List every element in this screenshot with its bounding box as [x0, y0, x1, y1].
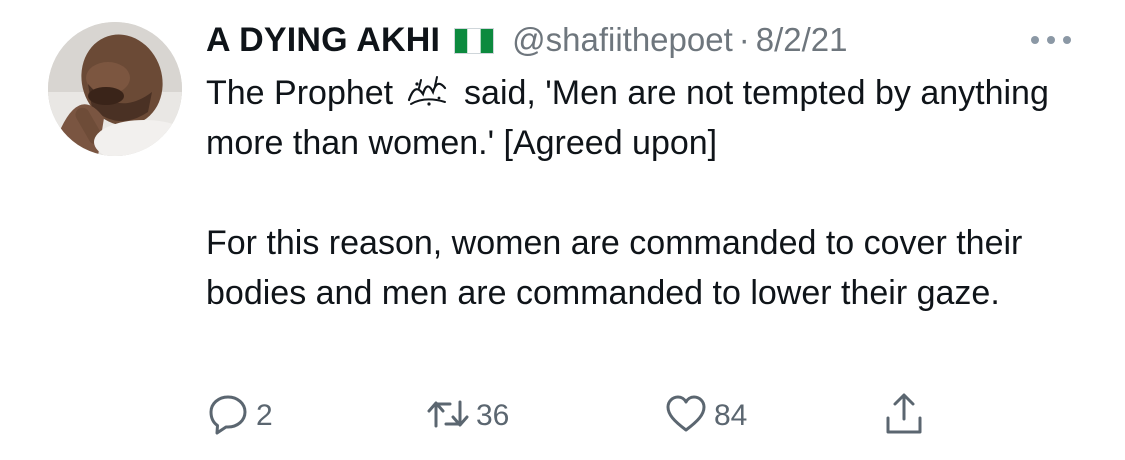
tweet-actions: 2 36 84 [206, 392, 966, 441]
tweet-text-prefix: The Prophet [206, 74, 394, 112]
tweet-text: The Prophet said, 'Men are not tempted b… [206, 68, 1086, 318]
salawat-ligature-icon [405, 72, 451, 106]
reply-button[interactable]: 2 [206, 394, 273, 438]
retweet-button[interactable]: 36 [426, 394, 509, 438]
heart-icon [664, 392, 708, 441]
separator-dot: · [738, 21, 750, 58]
user-handle[interactable]: @shafiithepoet [512, 21, 733, 59]
share-icon [882, 392, 926, 441]
reply-icon [206, 392, 250, 441]
avatar[interactable] [48, 22, 182, 156]
more-options-icon[interactable] [1028, 28, 1074, 52]
tweet-paragraph-1: The Prophet said, 'Men are not tempted b… [206, 68, 1086, 168]
like-count: 84 [714, 399, 748, 432]
nigeria-flag-icon [454, 28, 495, 54]
like-button[interactable]: 84 [664, 394, 747, 438]
display-name[interactable]: A DYING AKHI [206, 21, 440, 60]
reply-count: 2 [256, 399, 273, 432]
retweet-count: 36 [476, 399, 510, 432]
tweet-paragraph-2: For this reason, women are commanded to … [206, 224, 1023, 312]
tweet-card[interactable]: A DYING AKHI @shafiithepoet · 8/2/21 The… [0, 0, 1125, 460]
tweet-header: A DYING AKHI @shafiithepoet · 8/2/21 [206, 18, 848, 62]
retweet-icon [426, 392, 470, 441]
share-button[interactable] [882, 392, 926, 441]
tweet-date[interactable]: 8/2/21 [756, 21, 848, 59]
